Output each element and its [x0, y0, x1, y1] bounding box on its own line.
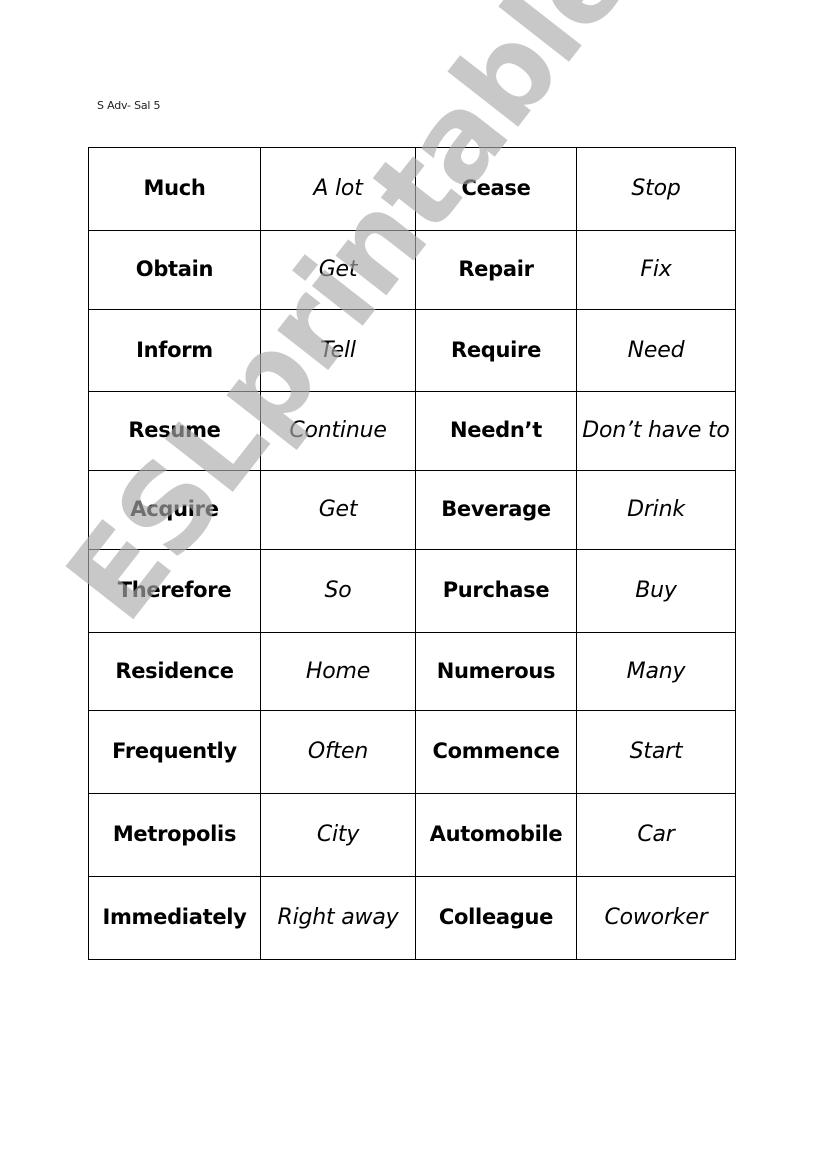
formal-word-cell: Obtain	[88, 230, 261, 310]
formal-word-cell: Frequently	[88, 710, 261, 794]
synonym-cell: City	[260, 793, 416, 877]
synonym-cell: A lot	[260, 147, 416, 231]
formal-word-cell: Resume	[88, 391, 261, 471]
synonym-cell: Need	[576, 309, 736, 392]
synonym-cell: Get	[260, 470, 416, 550]
formal-word-cell: Much	[88, 147, 261, 231]
table-row: Acquire Get Beverage Drink	[88, 470, 736, 550]
formal-word-cell: Inform	[88, 309, 261, 392]
formal-word-cell: Colleague	[415, 876, 577, 960]
synonym-cell: Car	[576, 793, 736, 877]
formal-word-cell: Cease	[415, 147, 577, 231]
synonym-cell: Drink	[576, 470, 736, 550]
synonym-cell: Coworker	[576, 876, 736, 960]
worksheet-page: S Adv- Sal 5 Much A lot Cease Stop Obtai…	[0, 0, 826, 1169]
table-row: Immediately Right away Colleague Coworke…	[88, 876, 736, 960]
synonym-cell: Fix	[576, 230, 736, 310]
formal-word-cell: Needn’t	[415, 391, 577, 471]
formal-word-cell: Repair	[415, 230, 577, 310]
synonym-cell: Get	[260, 230, 416, 310]
table-row: Frequently Often Commence Start	[88, 710, 736, 794]
formal-word-cell: Immediately	[88, 876, 261, 960]
formal-word-cell: Acquire	[88, 470, 261, 550]
formal-word-cell: Purchase	[415, 549, 577, 633]
formal-word-cell: Residence	[88, 632, 261, 711]
synonym-cell: Buy	[576, 549, 736, 633]
table-row: Resume Continue Needn’t Don’t have to	[88, 391, 736, 471]
synonym-cell: Continue	[260, 391, 416, 471]
formal-word-cell: Require	[415, 309, 577, 392]
table-row: Therefore So Purchase Buy	[88, 549, 736, 633]
table-row: Inform Tell Require Need	[88, 309, 736, 392]
synonym-cell: Often	[260, 710, 416, 794]
table-row: Obtain Get Repair Fix	[88, 230, 736, 310]
synonym-cell: Stop	[576, 147, 736, 231]
vocabulary-table: Much A lot Cease Stop Obtain Get Repair …	[88, 147, 736, 960]
synonym-cell: Right away	[260, 876, 416, 960]
synonym-cell: Tell	[260, 309, 416, 392]
formal-word-cell: Numerous	[415, 632, 577, 711]
synonym-cell: So	[260, 549, 416, 633]
table-row: Much A lot Cease Stop	[88, 147, 736, 231]
synonym-cell: Don’t have to	[576, 391, 736, 471]
table-row: Residence Home Numerous Many	[88, 632, 736, 711]
formal-word-cell: Commence	[415, 710, 577, 794]
synonym-cell: Many	[576, 632, 736, 711]
formal-word-cell: Automobile	[415, 793, 577, 877]
formal-word-cell: Beverage	[415, 470, 577, 550]
formal-word-cell: Metropolis	[88, 793, 261, 877]
synonym-cell: Home	[260, 632, 416, 711]
synonym-cell: Start	[576, 710, 736, 794]
formal-word-cell: Therefore	[88, 549, 261, 633]
header-note: S Adv- Sal 5	[97, 99, 161, 112]
table-row: Metropolis City Automobile Car	[88, 793, 736, 877]
